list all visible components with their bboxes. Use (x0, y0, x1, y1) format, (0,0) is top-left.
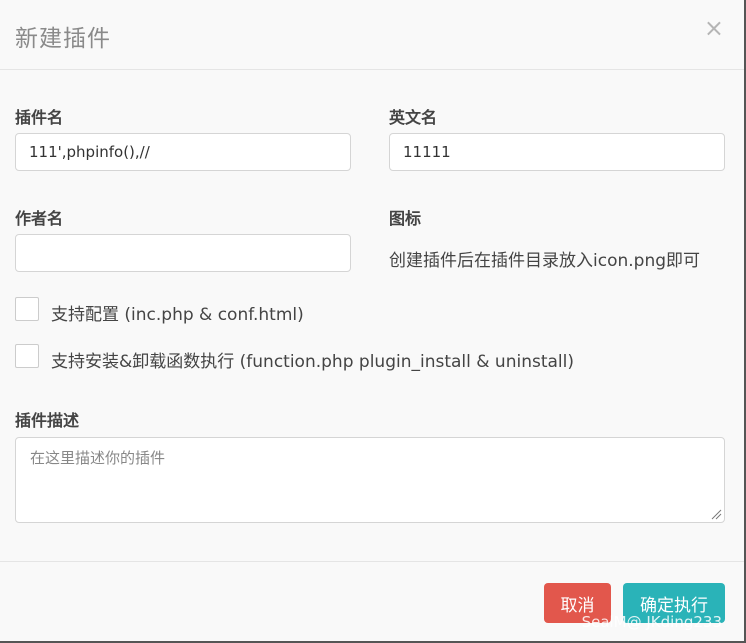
icon-hint: 创建插件后在插件目录放入icon.png即可 (389, 251, 701, 271)
english-name-input[interactable] (389, 133, 725, 171)
plugin-name-label: 插件名 (15, 108, 64, 127)
install-uninstall-checkbox[interactable] (15, 344, 39, 368)
install-uninstall-label: 支持安装&卸载函数执行 (function.php plugin_install… (51, 352, 574, 372)
resize-grip-icon[interactable] (710, 508, 722, 520)
confirm-execute-button[interactable]: 确定执行 (623, 583, 725, 623)
description-label: 插件描述 (15, 411, 80, 430)
config-support-label: 支持配置 (inc.php & conf.html) (51, 305, 304, 325)
description-textarea[interactable] (15, 437, 725, 523)
dialog-footer: 取消 确定执行 SealM@ JKding233 (0, 561, 744, 641)
author-label: 作者名 (15, 209, 64, 228)
author-input[interactable] (15, 234, 351, 272)
config-support-checkbox[interactable] (15, 297, 39, 321)
dialog-header: 新建插件 × (0, 0, 744, 70)
dialog-title: 新建插件 (15, 26, 111, 52)
english-name-label: 英文名 (389, 108, 438, 127)
cancel-button[interactable]: 取消 (544, 583, 611, 623)
close-icon[interactable]: × (704, 16, 724, 40)
plugin-name-input[interactable] (15, 133, 351, 171)
new-plugin-dialog: 新建插件 × 插件名 英文名 作者名 图标 创建插件后在插件目录放入icon.p… (0, 0, 746, 643)
icon-label: 图标 (389, 209, 422, 228)
